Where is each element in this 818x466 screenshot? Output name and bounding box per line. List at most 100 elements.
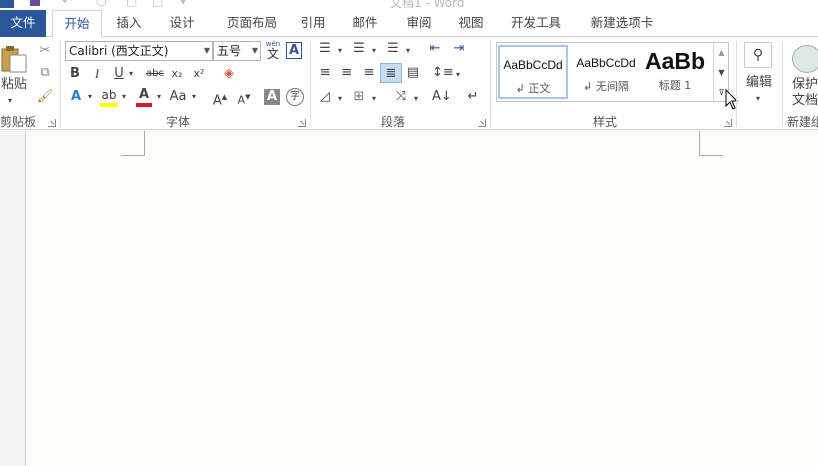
justify-icon[interactable]: ≣ xyxy=(380,63,402,83)
tab-developer[interactable]: 开发工具 xyxy=(502,10,570,37)
change-case-dropdown-icon[interactable]: ▾ xyxy=(190,89,198,105)
tab-file[interactable]: 文件 xyxy=(0,10,46,37)
chinese-layout-icon[interactable]: ⤨ xyxy=(392,89,410,105)
protect-label-2[interactable]: 文档 xyxy=(792,93,818,109)
font-size-dropdown-icon[interactable]: ▼ xyxy=(252,42,258,60)
tab-references[interactable]: 引用 xyxy=(292,10,334,37)
tab-page-layout[interactable]: 页面布局 xyxy=(214,10,290,37)
tab-insert[interactable]: 插入 xyxy=(104,10,154,37)
numbering-icon[interactable]: ☰ xyxy=(350,41,368,57)
format-painter-icon[interactable]: 🖌 xyxy=(36,89,54,105)
style-item-heading1[interactable]: AaBb 标题 1 xyxy=(643,45,707,99)
document-page[interactable] xyxy=(25,131,818,466)
font-size-combo[interactable]: 五号 ▼ xyxy=(213,41,261,61)
change-case-button[interactable]: Aa xyxy=(168,89,188,105)
font-size-value: 五号 xyxy=(217,44,242,58)
styles-group-label: 样式 xyxy=(593,115,618,129)
text-effects-icon[interactable]: A xyxy=(68,89,84,105)
chinese-layout-dropdown-icon[interactable]: ▾ xyxy=(412,91,420,107)
editing-dropdown-icon[interactable]: ▾ xyxy=(752,91,764,107)
group-divider xyxy=(782,41,783,127)
increase-indent-icon[interactable]: ⇥ xyxy=(450,41,468,57)
styles-scroll-down-icon[interactable]: ▼ xyxy=(714,65,729,81)
font-group-label: 字体 xyxy=(166,115,191,129)
paragraph-group-label: 段落 xyxy=(381,115,406,129)
phonetic-guide-button[interactable]: wén 文 xyxy=(264,40,282,62)
cut-icon[interactable]: ✂ xyxy=(36,43,54,59)
align-center-icon[interactable]: ≡ xyxy=(338,65,356,81)
style-name: ↲ 无间隔 xyxy=(583,80,629,93)
copy-icon[interactable]: ⧉ xyxy=(36,65,54,81)
protect-document-icon[interactable] xyxy=(792,45,818,73)
find-binoculars-icon[interactable]: ⚲ xyxy=(744,42,772,68)
borders-dropdown-icon[interactable]: ▾ xyxy=(370,91,378,107)
style-preview: AaBbCcDd xyxy=(503,58,563,72)
line-spacing-icon[interactable]: ↕≡ xyxy=(432,65,454,81)
character-shading-button[interactable]: A xyxy=(264,89,280,105)
styles-scroll-up-icon[interactable]: ▲ xyxy=(714,45,729,61)
font-name-combo[interactable]: Calibri (西文正文) ▼ xyxy=(65,41,213,61)
style-item-normal[interactable]: AaBbCcDd ↲ 正文 xyxy=(498,45,568,99)
underline-button[interactable]: U xyxy=(112,66,126,82)
show-marks-icon[interactable]: ↵ xyxy=(466,89,480,105)
tab-review[interactable]: 审阅 xyxy=(396,10,442,37)
italic-button[interactable]: I xyxy=(90,66,104,82)
underline-dropdown-icon[interactable]: ▾ xyxy=(127,66,135,82)
shading-icon[interactable]: ◿ xyxy=(316,89,334,105)
font-name-dropdown-icon[interactable]: ▼ xyxy=(204,42,210,60)
style-name: ↲ 正文 xyxy=(515,82,551,95)
bold-button[interactable]: B xyxy=(68,66,82,82)
phonetic-char: 文 xyxy=(266,47,279,61)
qat-customize-icon[interactable]: ▾ xyxy=(180,0,186,8)
sort-icon[interactable]: A↓ xyxy=(432,89,452,105)
numbering-dropdown-icon[interactable]: ▾ xyxy=(370,43,378,59)
bullets-icon[interactable]: ☰ xyxy=(316,41,334,57)
tab-design[interactable]: 设计 xyxy=(157,10,207,37)
protect-label-1[interactable]: 保护 xyxy=(792,77,818,93)
bullets-dropdown-icon[interactable]: ▾ xyxy=(336,43,344,59)
enclose-characters-button[interactable]: 字 xyxy=(286,88,304,106)
paste-icon[interactable] xyxy=(0,43,32,73)
superscript-button[interactable]: x² xyxy=(190,66,208,82)
paste-button[interactable]: 粘贴 xyxy=(0,77,28,93)
subscript-button[interactable]: x₂ xyxy=(168,66,186,82)
new-doc-icon[interactable]: □ xyxy=(126,0,137,8)
font-launcher-icon[interactable] xyxy=(298,119,306,127)
tab-view[interactable]: 视图 xyxy=(448,10,494,37)
text-effects-dropdown-icon[interactable]: ▾ xyxy=(86,89,94,105)
redo-icon[interactable]: ○ xyxy=(96,0,106,8)
font-color-dropdown-icon[interactable]: ▾ xyxy=(155,89,163,105)
decrease-indent-icon[interactable]: ⇤ xyxy=(426,41,444,57)
style-preview: AaBbCcDd xyxy=(576,56,636,70)
highlight-icon[interactable]: ab xyxy=(100,87,118,103)
highlight-dropdown-icon[interactable]: ▾ xyxy=(120,89,128,105)
multilevel-list-icon[interactable]: ☰ xyxy=(384,41,402,57)
multilevel-dropdown-icon[interactable]: ▾ xyxy=(404,43,412,59)
styles-launcher-icon[interactable] xyxy=(724,119,732,127)
character-border-icon[interactable]: A xyxy=(286,42,302,59)
strikethrough-button[interactable]: abc xyxy=(144,66,166,82)
tab-new-tab[interactable]: 新建选项卡 xyxy=(582,10,662,37)
window-title: 文档1 - Word xyxy=(390,0,465,10)
editing-button[interactable]: 编辑 xyxy=(744,75,774,91)
paste-dropdown-icon[interactable]: ▾ xyxy=(8,93,12,109)
font-color-icon[interactable]: A xyxy=(136,87,152,103)
clipboard-launcher-icon[interactable] xyxy=(48,119,56,127)
open-icon[interactable]: □ xyxy=(152,0,163,8)
distributed-icon[interactable]: ▤ xyxy=(404,65,422,81)
title-bar: ↶ ○ □ □ ▾ 文档1 - Word xyxy=(0,0,818,10)
save-icon[interactable] xyxy=(30,0,40,6)
tab-mailings[interactable]: 邮件 xyxy=(342,10,388,37)
style-item-no-spacing[interactable]: AaBbCcDd ↲ 无间隔 xyxy=(571,45,641,99)
grow-font-button[interactable]: A▲ xyxy=(212,89,228,109)
borders-icon[interactable]: ⊞ xyxy=(350,89,368,105)
line-spacing-dropdown-icon[interactable]: ▾ xyxy=(454,67,462,83)
align-left-icon[interactable]: ≡ xyxy=(316,65,334,81)
shading-dropdown-icon[interactable]: ▾ xyxy=(336,91,344,107)
clear-formatting-icon[interactable]: ◈ xyxy=(220,66,238,82)
tab-home[interactable]: 开始 xyxy=(52,10,102,38)
align-right-icon[interactable]: ≡ xyxy=(360,65,378,81)
undo-icon[interactable]: ↶ xyxy=(62,0,72,8)
shrink-font-button[interactable]: A▼ xyxy=(236,89,252,109)
paragraph-launcher-icon[interactable] xyxy=(478,119,486,127)
